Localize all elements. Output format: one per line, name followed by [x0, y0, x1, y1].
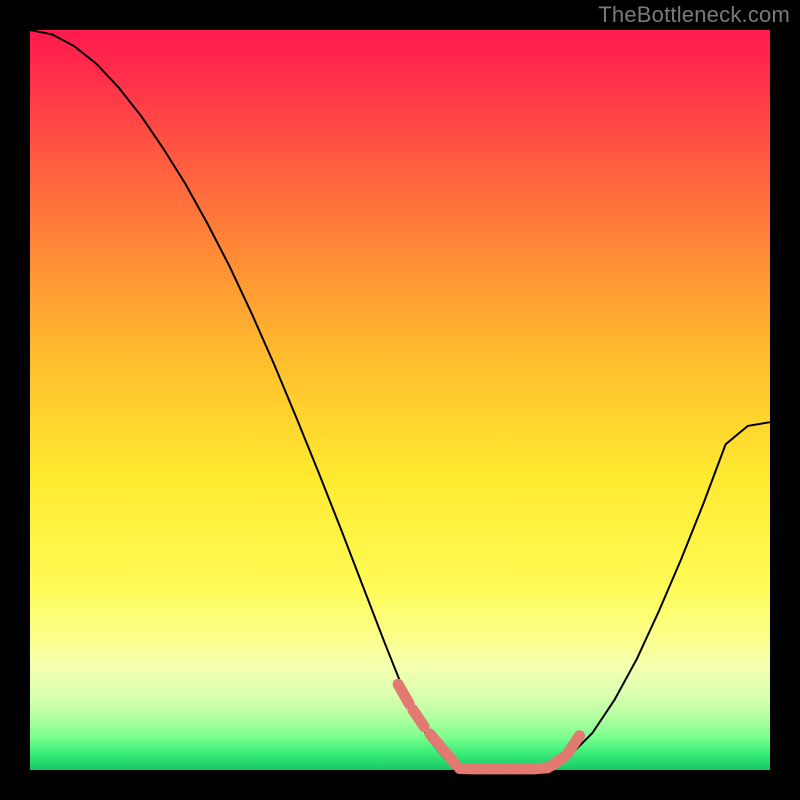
chart-root: TheBottleneck.com — [0, 0, 800, 800]
bottleneck-chart — [0, 0, 800, 800]
gradient-panel — [30, 30, 770, 770]
watermark-text: TheBottleneck.com — [598, 2, 790, 28]
